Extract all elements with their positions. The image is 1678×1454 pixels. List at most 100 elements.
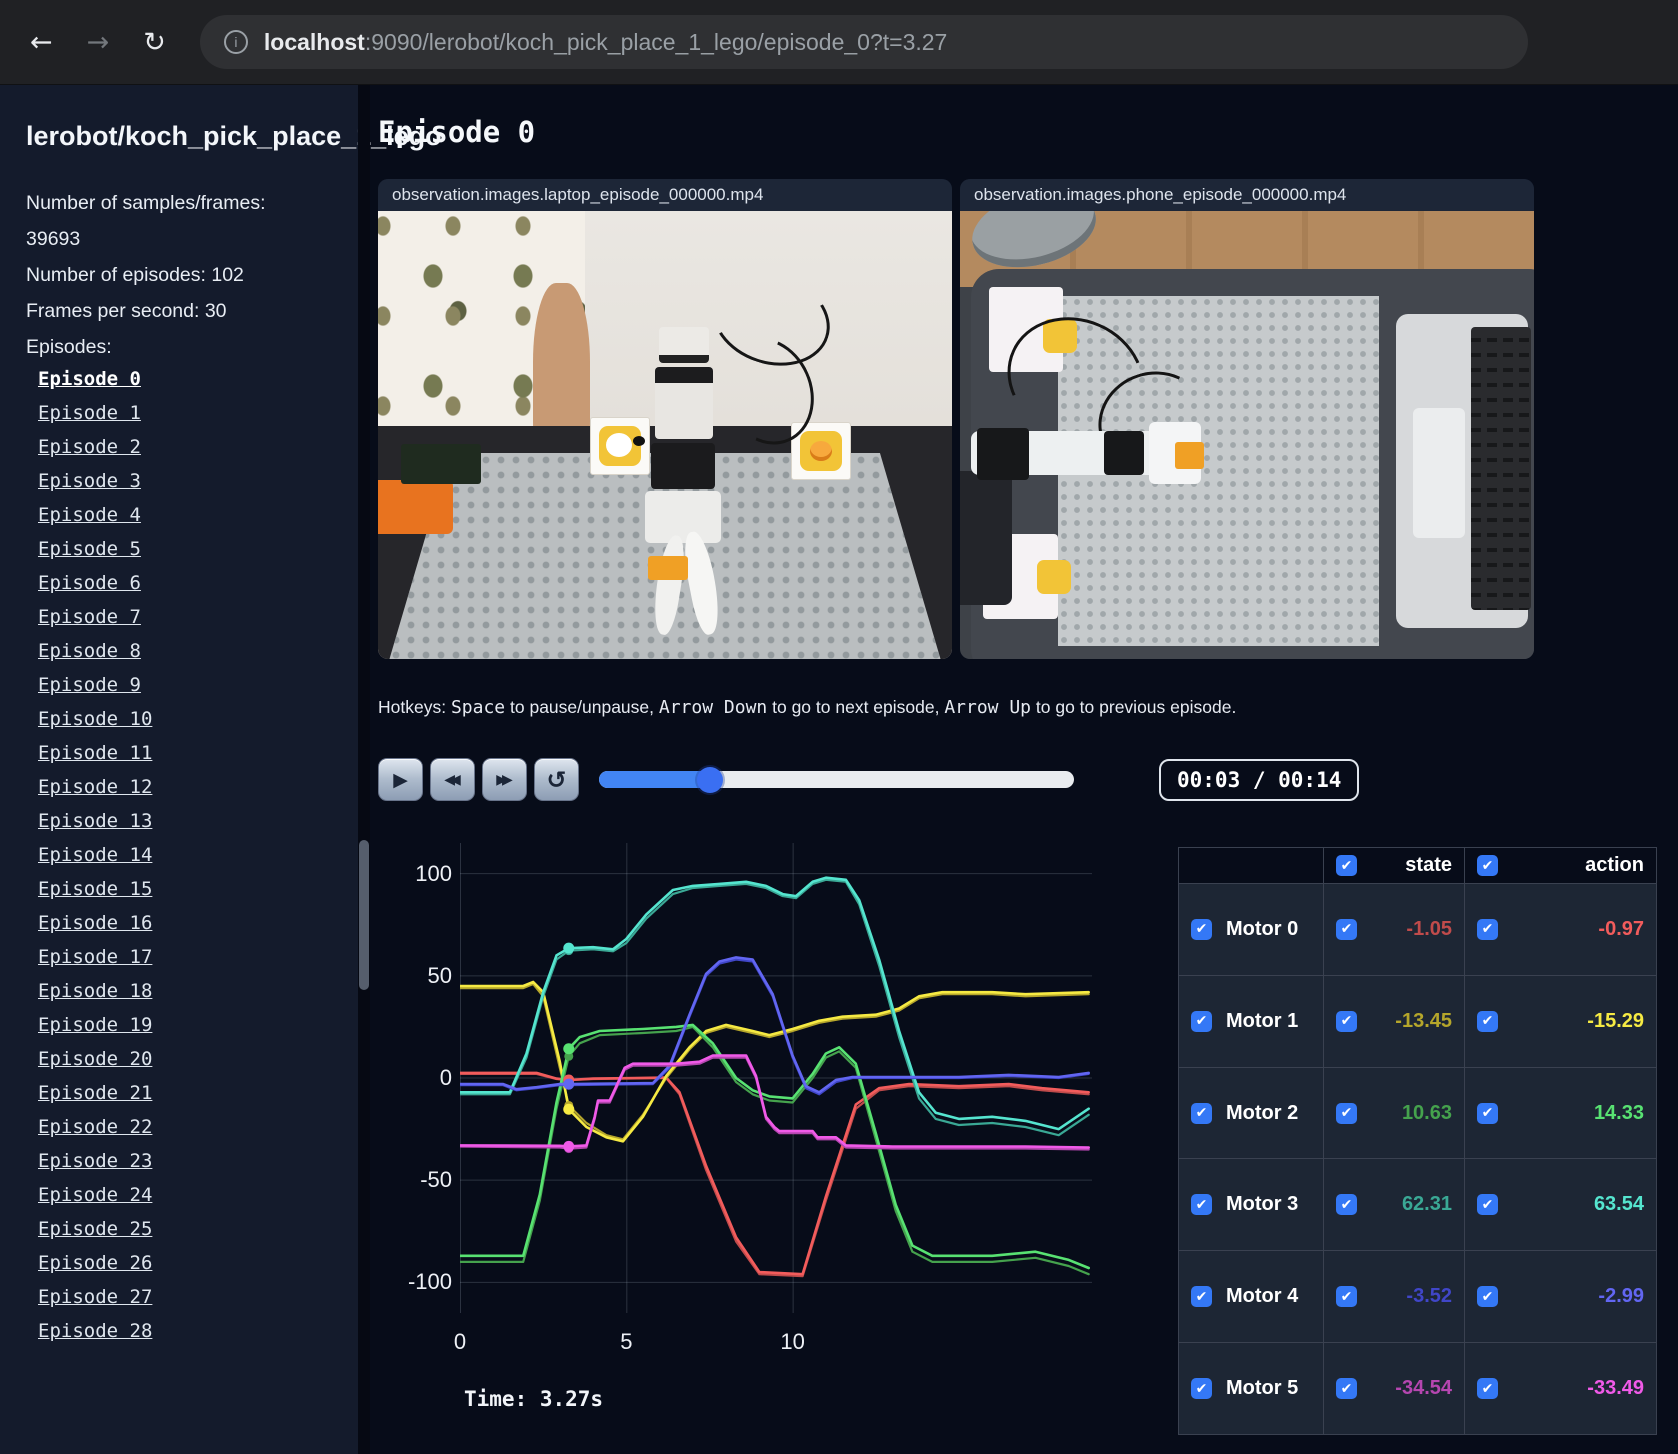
motor-5-checkbox[interactable]: ✔ (1191, 1378, 1212, 1400)
episode-link-25[interactable]: Episode 25 (38, 1218, 152, 1240)
episode-link-6[interactable]: Episode 6 (38, 572, 141, 594)
action-column-checkbox[interactable]: ✔ (1477, 855, 1498, 876)
video-phone[interactable] (960, 211, 1534, 659)
episode-link-18[interactable]: Episode 18 (38, 980, 152, 1002)
episode-link-9[interactable]: Episode 9 (38, 674, 141, 696)
y-tick-100: 100 (415, 860, 452, 886)
episode-link-12[interactable]: Episode 12 (38, 776, 152, 798)
back-icon[interactable]: ← (30, 27, 53, 58)
motor-1-label: Motor 1 (1226, 1009, 1299, 1032)
video-card-laptop: observation.images.laptop_episode_000000… (378, 179, 952, 659)
episode-link-16[interactable]: Episode 16 (38, 912, 152, 934)
motor-3-action-checkbox[interactable]: ✔ (1477, 1194, 1498, 1216)
url-bar[interactable]: i localhost:9090/lerobot/koch_pick_place… (199, 15, 1528, 69)
reload-icon[interactable]: ↻ (143, 27, 166, 58)
episode-link-19[interactable]: Episode 19 (38, 1014, 152, 1036)
chart-canvas[interactable] (460, 843, 1092, 1313)
motor-2-state-checkbox[interactable]: ✔ (1336, 1102, 1357, 1124)
header-action-cell: ✔ action (1464, 847, 1657, 884)
episode-link-26[interactable]: Episode 26 (38, 1252, 152, 1274)
fast-forward-button[interactable]: ▶▶ (482, 758, 527, 801)
slider-fill (599, 771, 711, 788)
sidebar-item-episode-20: Episode 20 (38, 1049, 336, 1070)
sidebar-item-episode-14: Episode 14 (38, 845, 336, 866)
episode-link-7[interactable]: Episode 7 (38, 606, 141, 628)
motor-2-checkbox[interactable]: ✔ (1191, 1102, 1212, 1124)
motor-4-state-checkbox[interactable]: ✔ (1336, 1286, 1357, 1308)
episode-link-4[interactable]: Episode 4 (38, 504, 141, 526)
table-row-motor-2: ✔ Motor 2 ✔ 10.63 ✔ 14.33 (1178, 1066, 1657, 1160)
motor-2-label: Motor 2 (1226, 1101, 1299, 1124)
motor-1-action-checkbox[interactable]: ✔ (1477, 1010, 1498, 1032)
scrollbar-thumb[interactable] (359, 840, 369, 990)
episode-link-11[interactable]: Episode 11 (38, 742, 152, 764)
episode-link-15[interactable]: Episode 15 (38, 878, 152, 900)
line-motor-0-action (460, 1071, 1091, 1276)
episode-link-24[interactable]: Episode 24 (38, 1184, 152, 1206)
episode-link-10[interactable]: Episode 10 (38, 708, 152, 730)
sidebar-item-episode-1: Episode 1 (38, 403, 336, 424)
episode-link-8[interactable]: Episode 8 (38, 640, 141, 662)
sidebar-scrollbar[interactable] (358, 85, 370, 1454)
seek-slider[interactable] (599, 766, 1074, 793)
forward-icon[interactable]: → (87, 27, 110, 58)
episode-link-28[interactable]: Episode 28 (38, 1320, 152, 1342)
episode-link-0[interactable]: Episode 0 (38, 368, 141, 390)
episode-link-1[interactable]: Episode 1 (38, 402, 141, 424)
motor-1-checkbox[interactable]: ✔ (1191, 1010, 1212, 1032)
robot-base (960, 470, 1012, 606)
rewind-button[interactable]: ◀◀ (430, 758, 475, 801)
state-column-checkbox[interactable]: ✔ (1336, 855, 1357, 876)
episode-link-22[interactable]: Episode 22 (38, 1116, 152, 1138)
sidebar-item-episode-25: Episode 25 (38, 1219, 336, 1240)
slider-thumb[interactable] (697, 766, 724, 793)
video-laptop[interactable] (378, 211, 952, 659)
laptop-keyboard (1470, 327, 1532, 610)
episode-link-14[interactable]: Episode 14 (38, 844, 152, 866)
site-info-icon[interactable]: i (223, 30, 248, 54)
motor-4-checkbox[interactable]: ✔ (1191, 1286, 1212, 1308)
motor-3-state-checkbox[interactable]: ✔ (1336, 1194, 1357, 1216)
episode-link-20[interactable]: Episode 20 (38, 1048, 152, 1070)
motor-1-state-checkbox[interactable]: ✔ (1336, 1010, 1357, 1032)
episode-link-13[interactable]: Episode 13 (38, 810, 152, 832)
episode-link-17[interactable]: Episode 17 (38, 946, 152, 968)
loop-button[interactable]: ↺ (534, 758, 579, 801)
current-time-label: Time: 3.27s (464, 1387, 604, 1411)
motor-2-action-checkbox[interactable]: ✔ (1477, 1102, 1498, 1124)
timeseries-chart[interactable]: 100 50 0 -50 -100 0 5 10 Time: 3.27s (378, 835, 1108, 1435)
motor-4-action-checkbox[interactable]: ✔ (1477, 1286, 1498, 1308)
playback-controls: ▶ ◀◀ ▶▶ ↺ 00:03 / 00:14 (378, 758, 1678, 801)
episode-link-3[interactable]: Episode 3 (38, 470, 141, 492)
header-empty-cell (1178, 847, 1324, 884)
hotkeys-part2: to go to next episode, (767, 697, 945, 717)
table-row-motor-5: ✔ Motor 5 ✔ -34.54 ✔ -33.49 (1178, 1342, 1657, 1435)
motor-5-action-checkbox[interactable]: ✔ (1477, 1378, 1498, 1400)
sidebar-item-episode-19: Episode 19 (38, 1015, 336, 1036)
line-motor-2-state (460, 1025, 1090, 1276)
motor-2-action-value: 14.33 (1593, 1101, 1644, 1124)
episode-link-5[interactable]: Episode 5 (38, 538, 141, 560)
motor-0-checkbox[interactable]: ✔ (1191, 918, 1212, 940)
sidebar-item-episode-16: Episode 16 (38, 913, 336, 934)
state-header-label: state (1405, 854, 1452, 876)
episode-link-23[interactable]: Episode 23 (38, 1150, 152, 1172)
play-icon: ▶ (393, 768, 408, 791)
sidebar-item-episode-9: Episode 9 (38, 675, 336, 696)
line-motor-4-state (460, 958, 1090, 1096)
current-dot-motor-4-action (563, 1078, 575, 1090)
hotkeys-help: Hotkeys: Space to pause/unpause, Arrow D… (378, 697, 1678, 718)
rewind-icon: ◀◀ (444, 771, 460, 788)
motor-3-checkbox[interactable]: ✔ (1191, 1194, 1212, 1216)
episode-link-21[interactable]: Episode 21 (38, 1082, 152, 1104)
motor-0-state-checkbox[interactable]: ✔ (1336, 918, 1357, 940)
motor-0-action-checkbox[interactable]: ✔ (1477, 918, 1498, 940)
episode-link-2[interactable]: Episode 2 (38, 436, 141, 458)
play-button[interactable]: ▶ (378, 758, 423, 801)
y-tick--100: -100 (407, 1269, 452, 1295)
motor-5-state-checkbox[interactable]: ✔ (1336, 1378, 1357, 1400)
browser-toolbar: ← → ↻ i localhost:9090/lerobot/koch_pick… (0, 0, 1678, 85)
x-tick-5: 5 (620, 1329, 633, 1354)
episode-link-27[interactable]: Episode 27 (38, 1286, 152, 1308)
url-host: localhost (263, 28, 365, 55)
